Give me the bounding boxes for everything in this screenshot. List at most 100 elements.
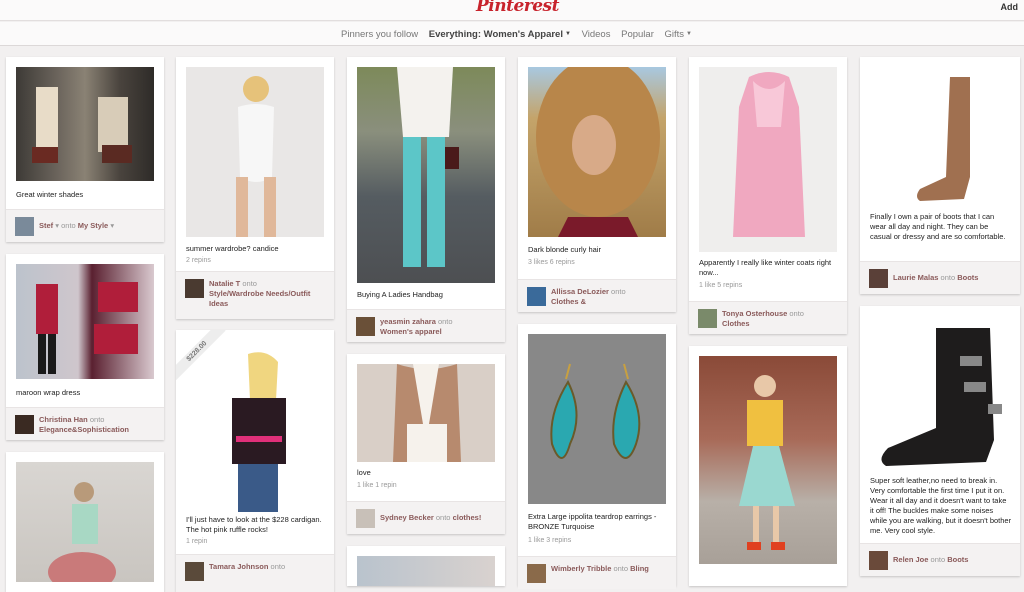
pin-image[interactable] [186, 67, 324, 237]
pinner-name[interactable]: Tonya Osterhouse [722, 309, 787, 318]
pin-card[interactable]: Dark blonde curly hair 3 likes 6 repins … [518, 57, 676, 312]
pinner-name[interactable]: Laurie Malas [893, 273, 938, 282]
pin-description: summer wardrobe? candice [186, 244, 279, 253]
board-name[interactable]: Boots [947, 555, 968, 564]
avatar[interactable] [698, 309, 717, 328]
board-name[interactable]: My Style [78, 221, 108, 230]
pin-attribution: Allissa DeLozier onto Clothes & [518, 279, 676, 312]
pin-image-art [881, 328, 1002, 466]
pin-description: Extra Large ippolita teardrop earrings -… [528, 512, 657, 531]
pin-image[interactable] [357, 556, 495, 586]
pin-image-art [48, 482, 116, 582]
pin-stats: 1 repin [186, 538, 208, 545]
pin-image[interactable] [699, 356, 837, 564]
pin-attribution: Wimberly Tribble onto Bling [518, 556, 676, 589]
board-name[interactable]: Style/Wardrobe Needs/Outfit Ideas [209, 289, 310, 308]
nav-videos[interactable]: Videos [582, 29, 611, 40]
pin-description: Apparently I really like winter coats ri… [699, 258, 832, 277]
pin-card[interactable]: love 1 like 1 repin Sydney Becker onto c… [347, 354, 505, 534]
pin-image[interactable] [357, 364, 495, 462]
pin-description: love [357, 468, 371, 477]
chevron-down-icon: ▼ [686, 31, 692, 37]
pin-card[interactable]: summer wardrobe? candice 2 repins Natali… [176, 57, 334, 319]
pin-attribution: Laurie Malas onto Boots [860, 261, 1020, 294]
avatar[interactable] [15, 217, 34, 236]
board-name[interactable]: Clothes & [551, 297, 586, 306]
nav-everything-label: Everything: Women's Apparel [428, 29, 563, 40]
pinner-name[interactable]: Wimberly Tribble [551, 564, 611, 573]
board-name[interactable]: clothes! [453, 513, 482, 522]
pin-attribution: Tamara Johnson onto [176, 554, 334, 592]
pinner-name[interactable]: yeasmin zahara [380, 317, 436, 326]
pin-stats: 2 repins [186, 257, 211, 264]
pin-description: Finally I own a pair of boots that I can… [870, 212, 1006, 241]
pin-card[interactable]: Great winter shades Stef ▾ onto My Style… [6, 57, 164, 242]
add-button[interactable]: Add [1001, 2, 1019, 12]
pin-card[interactable]: maroon wrap dress Christina Han onto Eleg… [6, 254, 164, 440]
pinner-name[interactable]: Sydney Becker [380, 513, 434, 522]
board-name[interactable]: Women's apparel [380, 327, 442, 336]
pinner-name[interactable]: Natalie T [209, 279, 240, 288]
pin-card[interactable] [347, 546, 505, 586]
pinner-name[interactable]: Relen Joe [893, 555, 928, 564]
pin-card[interactable]: Apparently I really like winter coats ri… [689, 57, 847, 334]
pinterest-logo[interactable]: Pinterest [476, 0, 559, 16]
pin-image[interactable] [528, 67, 666, 237]
pin-image-art [536, 67, 660, 237]
pin-image-art [232, 352, 286, 512]
pin-description: Super soft leather,no need to break in. … [870, 476, 1012, 535]
nav-gifts-dropdown[interactable]: Gifts ▼ [665, 29, 692, 40]
pin-image[interactable] [16, 462, 154, 582]
pinner-name[interactable]: Allissa DeLozier [551, 287, 609, 296]
category-nav: Pinners you follow Everything: Women's A… [0, 22, 1024, 46]
avatar[interactable] [185, 562, 204, 581]
pin-attribution: Relen Joe onto Boots [860, 543, 1020, 576]
avatar[interactable] [356, 509, 375, 528]
pin-card[interactable]: $228.00 I'll just have to look at the $2… [176, 330, 334, 592]
pinner-name[interactable]: Stef [39, 221, 53, 230]
pinner-name[interactable]: Christina Han [39, 415, 88, 424]
avatar[interactable] [527, 287, 546, 306]
nav-pinners-you-follow[interactable]: Pinners you follow [341, 29, 418, 40]
avatar[interactable] [356, 317, 375, 336]
top-bar: Pinterest Add [0, 0, 1024, 21]
pin-card[interactable] [689, 346, 847, 586]
pin-image-art [733, 72, 805, 237]
pin-image[interactable] [870, 67, 1010, 207]
avatar[interactable] [15, 415, 34, 434]
nav-everything-dropdown[interactable]: Everything: Women's Apparel ▼ [429, 29, 571, 40]
pin-stats: 1 like 3 repins [528, 537, 572, 544]
avatar[interactable] [869, 269, 888, 288]
pin-image[interactable] [870, 316, 1010, 474]
pin-image[interactable] [16, 67, 154, 181]
pin-description: maroon wrap dress [16, 388, 81, 397]
avatar[interactable] [185, 279, 204, 298]
board-name[interactable]: Clothes [722, 319, 750, 328]
pin-image-art [236, 76, 276, 237]
pin-image[interactable] [528, 334, 666, 504]
pin-stats: 1 like 5 repins [699, 282, 743, 289]
board-name[interactable]: Elegance&Sophistication [39, 425, 129, 434]
pin-stats: 3 likes 6 repins [528, 259, 575, 266]
board-name[interactable]: Bling [630, 564, 649, 573]
pin-stats: 1 like 1 repin [357, 482, 397, 489]
pin-image[interactable] [357, 67, 495, 283]
pin-card[interactable] [6, 452, 164, 592]
pin-attribution: yeasmin zahara onto Women's apparel [347, 309, 505, 342]
pin-description: Great winter shades [16, 190, 84, 199]
pinner-name[interactable]: Tamara Johnson [209, 562, 268, 571]
pin-card[interactable]: Finally I own a pair of boots that I can… [860, 57, 1020, 294]
pin-image-art [32, 87, 132, 163]
board-name[interactable]: Boots [957, 273, 978, 282]
pin-image[interactable] [186, 340, 324, 512]
pin-attribution: Christina Han onto Elegance&Sophisticatio… [6, 407, 164, 440]
pin-image-art [917, 77, 970, 201]
pin-card[interactable]: Buying A Ladies Handbag yeasmin zahara o… [347, 57, 505, 342]
nav-popular[interactable]: Popular [621, 29, 654, 40]
avatar[interactable] [869, 551, 888, 570]
avatar[interactable] [527, 564, 546, 583]
pin-image[interactable] [16, 264, 154, 379]
pin-card[interactable]: Extra Large ippolita teardrop earrings -… [518, 324, 676, 589]
pin-card[interactable]: Super soft leather,no need to break in. … [860, 306, 1020, 576]
pin-image[interactable] [699, 67, 837, 252]
